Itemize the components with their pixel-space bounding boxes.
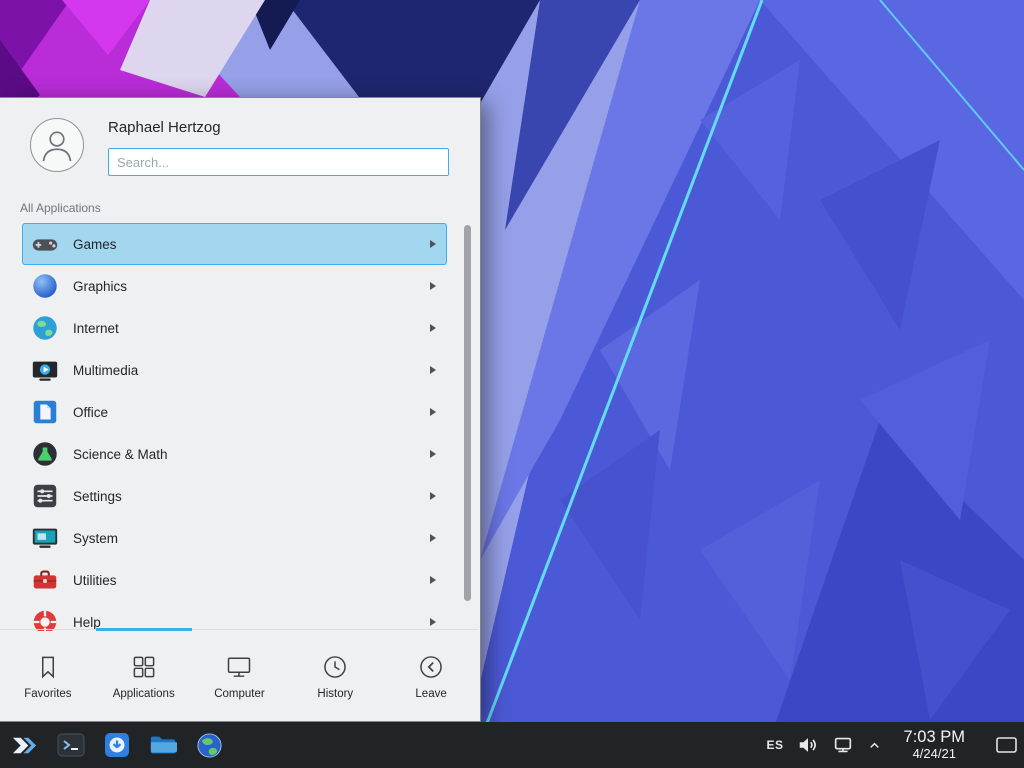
category-list: Games Graphics bbox=[0, 223, 481, 631]
section-label: All Applications bbox=[20, 201, 101, 215]
computer-icon bbox=[225, 653, 253, 681]
tab-leave[interactable]: Leave bbox=[383, 630, 479, 721]
software-center-button[interactable] bbox=[102, 730, 132, 760]
globe-icon bbox=[29, 312, 61, 344]
settings-icon bbox=[29, 480, 61, 512]
submenu-arrow-icon bbox=[430, 366, 436, 374]
category-multimedia[interactable]: Multimedia bbox=[22, 349, 447, 391]
utilities-icon bbox=[29, 564, 61, 596]
category-help[interactable]: Help bbox=[22, 601, 447, 631]
network-icon[interactable] bbox=[832, 734, 854, 756]
web-browser-button[interactable] bbox=[194, 730, 224, 760]
show-desktop-button[interactable] bbox=[994, 734, 1018, 756]
tab-label: Applications bbox=[113, 688, 175, 700]
category-label: Science & Math bbox=[73, 447, 430, 462]
tab-label: Favorites bbox=[24, 688, 71, 700]
system-icon bbox=[29, 522, 61, 554]
grid-icon bbox=[130, 653, 158, 681]
avatar[interactable] bbox=[30, 118, 84, 172]
software-center-icon bbox=[103, 731, 131, 759]
category-internet[interactable]: Internet bbox=[22, 307, 447, 349]
keyboard-layout-indicator[interactable]: ES bbox=[767, 738, 784, 752]
submenu-arrow-icon bbox=[430, 618, 436, 626]
category-graphics[interactable]: Graphics bbox=[22, 265, 447, 307]
clock-icon bbox=[321, 653, 349, 681]
category-science-math[interactable]: Science & Math bbox=[22, 433, 447, 475]
category-label: Settings bbox=[73, 489, 430, 504]
launcher-header: Raphael Hertzog bbox=[0, 98, 480, 201]
category-label: Internet bbox=[73, 321, 430, 336]
submenu-arrow-icon bbox=[430, 240, 436, 248]
taskbar: ES 7:03 PM 4/24/21 bbox=[0, 722, 1024, 768]
web-browser-icon bbox=[196, 732, 223, 759]
application-launcher-popup: Raphael Hertzog All Applications Games bbox=[0, 97, 481, 722]
category-settings[interactable]: Settings bbox=[22, 475, 447, 517]
terminal-button[interactable] bbox=[56, 730, 86, 760]
tab-computer[interactable]: Computer bbox=[192, 630, 288, 721]
terminal-icon bbox=[57, 731, 85, 759]
submenu-arrow-icon bbox=[430, 534, 436, 542]
user-name: Raphael Hertzog bbox=[108, 119, 221, 136]
tray-expander-button[interactable] bbox=[867, 737, 883, 753]
bookmark-icon bbox=[34, 653, 62, 681]
tab-label: History bbox=[317, 688, 353, 700]
clock-date: 4/24/21 bbox=[904, 747, 965, 762]
tab-favorites[interactable]: Favorites bbox=[0, 630, 96, 721]
tab-label: Leave bbox=[415, 688, 446, 700]
user-icon bbox=[35, 123, 79, 167]
category-label: Utilities bbox=[73, 573, 430, 588]
category-label: Games bbox=[73, 237, 430, 252]
clock-time: 7:03 PM bbox=[904, 728, 965, 747]
category-label: Multimedia bbox=[73, 363, 430, 378]
gamepad-icon bbox=[29, 228, 61, 260]
tab-label: Computer bbox=[214, 688, 265, 700]
submenu-arrow-icon bbox=[430, 324, 436, 332]
submenu-arrow-icon bbox=[430, 492, 436, 500]
help-icon bbox=[29, 606, 61, 631]
launcher-tabbar: Favorites Applications Computer His bbox=[0, 629, 479, 721]
category-label: System bbox=[73, 531, 430, 546]
tab-applications[interactable]: Applications bbox=[96, 630, 192, 721]
tab-history[interactable]: History bbox=[287, 630, 383, 721]
app-launcher-button[interactable] bbox=[8, 729, 40, 761]
category-office[interactable]: Office bbox=[22, 391, 447, 433]
volume-icon[interactable] bbox=[797, 734, 819, 756]
office-icon bbox=[29, 396, 61, 428]
folder-icon bbox=[149, 731, 177, 759]
digital-clock[interactable]: 7:03 PM 4/24/21 bbox=[904, 728, 965, 762]
category-system[interactable]: System bbox=[22, 517, 447, 559]
submenu-arrow-icon bbox=[430, 408, 436, 416]
leave-icon bbox=[417, 653, 445, 681]
submenu-arrow-icon bbox=[430, 576, 436, 584]
multimedia-icon bbox=[29, 354, 61, 386]
search-input[interactable] bbox=[108, 148, 449, 176]
category-games[interactable]: Games bbox=[22, 223, 447, 265]
caret-up-icon bbox=[867, 738, 882, 753]
file-manager-button[interactable] bbox=[148, 730, 178, 760]
submenu-arrow-icon bbox=[430, 282, 436, 290]
graphics-icon bbox=[29, 270, 61, 302]
category-utilities[interactable]: Utilities bbox=[22, 559, 447, 601]
active-tab-indicator bbox=[96, 628, 192, 631]
science-icon bbox=[29, 438, 61, 470]
scrollbar[interactable] bbox=[464, 225, 471, 601]
category-label: Office bbox=[73, 405, 430, 420]
submenu-arrow-icon bbox=[430, 450, 436, 458]
show-desktop-icon bbox=[995, 735, 1018, 755]
system-tray: ES 7:03 PM 4/24/21 bbox=[767, 728, 1018, 762]
category-label: Graphics bbox=[73, 279, 430, 294]
kali-menu-icon bbox=[11, 732, 38, 759]
